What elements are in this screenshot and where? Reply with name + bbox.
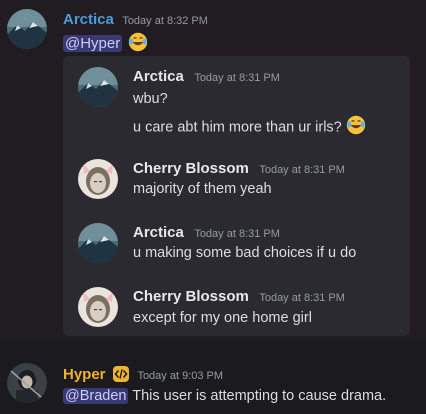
- message-timestamp: Today at 8:32 PM: [122, 15, 208, 27]
- author-name[interactable]: Cherry Blossom: [133, 288, 249, 305]
- message-text: u making some bad choices if u do: [133, 245, 357, 261]
- author-name[interactable]: Arctica: [63, 11, 114, 28]
- cherry-blossom-avatar[interactable]: [78, 159, 118, 199]
- author-name[interactable]: Hyper: [63, 366, 106, 383]
- message-text: majority of them yeah: [133, 181, 272, 197]
- quoted-messages-embed: Arctica Today at 8:31 PM wbu? u care abt…: [63, 56, 410, 336]
- message-text: wbu?: [133, 91, 168, 107]
- arctica-avatar[interactable]: [78, 67, 118, 107]
- hyper-avatar[interactable]: [7, 363, 47, 403]
- message-timestamp: Today at 8:31 PM: [194, 228, 280, 240]
- author-name[interactable]: Cherry Blossom: [133, 160, 249, 177]
- user-mention[interactable]: @Hyper: [63, 35, 123, 53]
- arctica-avatar[interactable]: [7, 9, 47, 49]
- author-name[interactable]: Arctica: [133, 68, 184, 85]
- message-text: except for my one home girl: [133, 310, 312, 326]
- message-timestamp: Today at 8:31 PM: [259, 164, 345, 176]
- code-badge-icon: [112, 365, 129, 382]
- message-text: This user is attempting to cause drama.: [132, 388, 387, 404]
- cherry-blossom-avatar[interactable]: [78, 287, 118, 327]
- message-timestamp: Today at 8:31 PM: [259, 292, 345, 304]
- user-mention[interactable]: @Braden: [63, 388, 129, 404]
- author-name[interactable]: Arctica: [133, 224, 184, 241]
- message-timestamp: Today at 8:31 PM: [194, 72, 280, 84]
- joy-emoji: [346, 115, 366, 140]
- joy-emoji: [128, 32, 148, 57]
- message-timestamp: Today at 9:03 PM: [137, 370, 224, 382]
- arctica-avatar[interactable]: [78, 223, 118, 263]
- message-text: u care abt him more than ur irls?: [133, 119, 342, 136]
